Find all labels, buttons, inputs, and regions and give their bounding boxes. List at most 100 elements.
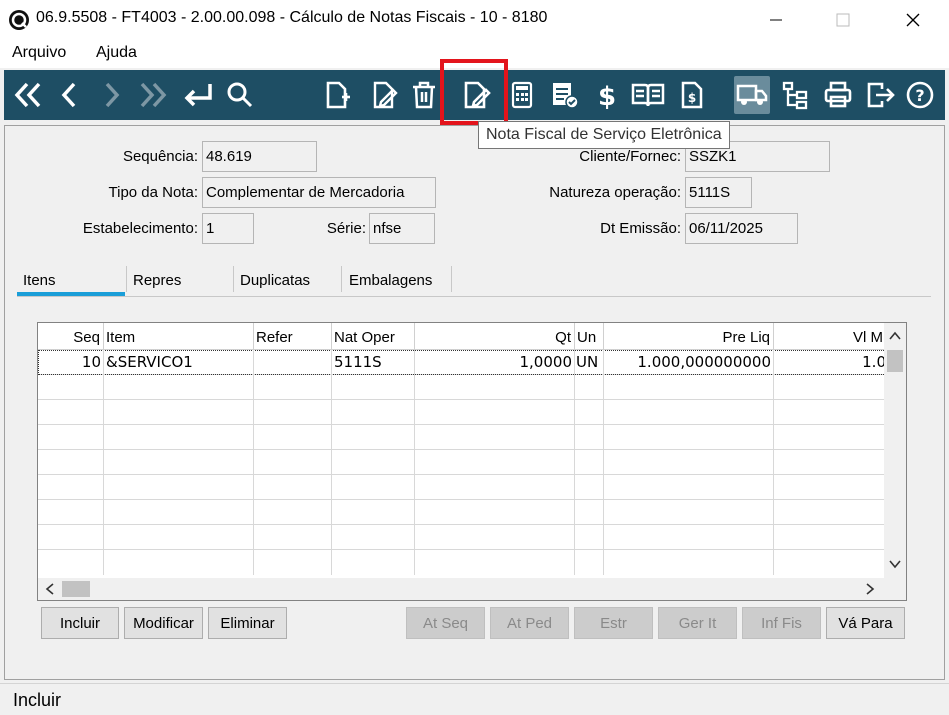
- exit-button[interactable]: [863, 76, 899, 114]
- col-header-seq[interactable]: Seq: [38, 323, 104, 350]
- eliminar-button[interactable]: Eliminar: [208, 607, 287, 639]
- inf-fis-button[interactable]: Inf Fis: [742, 607, 821, 639]
- next-record-button[interactable]: [94, 76, 130, 114]
- table-row[interactable]: [38, 525, 886, 550]
- horizontal-scroll-thumb[interactable]: [62, 581, 90, 597]
- help-button[interactable]: ?: [902, 76, 938, 114]
- calculator-button[interactable]: [504, 76, 540, 114]
- dt-emissao-field[interactable]: 06/11/2025: [685, 213, 798, 244]
- first-icon: [14, 82, 41, 108]
- status-bar: Incluir: [0, 683, 949, 715]
- return-icon: [184, 84, 212, 107]
- table-row[interactable]: [38, 425, 886, 450]
- table-row[interactable]: 10 &SERVICO1 5111S 1,0000 UN 1.000,00000…: [38, 350, 886, 375]
- app-window: 06.9.5508 - FT4003 - 2.00.00.098 - Cálcu…: [0, 0, 949, 715]
- col-header-un[interactable]: Un: [575, 323, 604, 350]
- sequencia-field[interactable]: 48.619: [202, 141, 317, 172]
- estr-button[interactable]: Estr: [574, 607, 653, 639]
- scroll-up-icon[interactable]: [889, 331, 901, 341]
- tree-icon: [782, 81, 808, 110]
- app-logo-icon: [9, 10, 29, 30]
- col-header-vl-m[interactable]: Vl M: [774, 323, 886, 350]
- col-header-pre-liq[interactable]: Pre Liq: [604, 323, 774, 350]
- serie-field[interactable]: nfse: [369, 213, 435, 244]
- edit-button[interactable]: [367, 76, 403, 114]
- last-icon: [140, 82, 167, 108]
- tab-divider: [341, 266, 342, 292]
- cell-refer: [254, 350, 332, 375]
- table-row[interactable]: [38, 550, 886, 575]
- close-button[interactable]: [890, 6, 936, 34]
- table-row[interactable]: [38, 475, 886, 500]
- natureza-label: Natureza operação:: [549, 184, 681, 201]
- prev-record-button[interactable]: [51, 76, 87, 114]
- estabelecimento-field[interactable]: 1: [202, 213, 254, 244]
- return-button[interactable]: [180, 76, 216, 114]
- va-para-button[interactable]: Vá Para: [826, 607, 905, 639]
- col-header-nat-oper[interactable]: Nat Oper: [332, 323, 415, 350]
- search-button[interactable]: [222, 76, 258, 114]
- incluir-button[interactable]: Incluir: [41, 607, 119, 639]
- horizontal-scrollbar[interactable]: [38, 578, 906, 600]
- table-row[interactable]: [38, 375, 886, 400]
- highlight-box: [440, 59, 508, 125]
- col-header-qt[interactable]: Qt: [415, 323, 575, 350]
- first-record-button[interactable]: [10, 76, 46, 114]
- dt-emissao-label: Dt Emissão:: [600, 220, 681, 237]
- minimize-icon: [770, 19, 782, 21]
- estabelecimento-label: Estabelecimento:: [82, 220, 198, 237]
- dollar-icon: $: [598, 82, 616, 110]
- book-button[interactable]: [630, 76, 666, 114]
- tab-embalagens[interactable]: Embalagens: [349, 268, 432, 296]
- delete-button[interactable]: [406, 76, 442, 114]
- cell-un: UN: [575, 350, 604, 375]
- tab-repres[interactable]: Repres: [133, 268, 181, 296]
- shipping-button[interactable]: [734, 76, 770, 114]
- minimize-button[interactable]: [753, 6, 799, 34]
- table-row[interactable]: [38, 450, 886, 475]
- vertical-scrollbar[interactable]: [884, 323, 906, 579]
- receipt-icon: $: [681, 81, 703, 109]
- prev-icon: [61, 82, 76, 108]
- list-check-button[interactable]: [547, 76, 583, 114]
- new-button[interactable]: [320, 76, 356, 114]
- scroll-down-icon[interactable]: [889, 559, 901, 569]
- tipo-nota-field[interactable]: Complementar de Mercadoria: [202, 177, 436, 208]
- window-title: 06.9.5508 - FT4003 - 2.00.00.098 - Cálcu…: [36, 9, 548, 26]
- menu-ajuda[interactable]: Ajuda: [96, 44, 137, 62]
- tab-duplicatas[interactable]: Duplicatas: [240, 268, 310, 296]
- cell-item: &SERVICO1: [104, 350, 254, 375]
- edit-doc-icon: [373, 81, 398, 109]
- scroll-left-icon[interactable]: [45, 583, 55, 595]
- scroll-right-icon[interactable]: [865, 583, 875, 595]
- cliente-label: Cliente/Fornec:: [579, 148, 681, 165]
- tab-divider: [126, 266, 127, 292]
- last-record-button[interactable]: [135, 76, 171, 114]
- col-header-refer[interactable]: Refer: [254, 323, 332, 350]
- maximize-button[interactable]: [820, 6, 866, 34]
- serie-label: Série:: [326, 220, 366, 237]
- at-ped-button[interactable]: At Ped: [490, 607, 569, 639]
- cell-qt: 1,0000: [415, 350, 575, 375]
- sequencia-label: Sequência:: [122, 148, 198, 165]
- structure-button[interactable]: [777, 76, 813, 114]
- natureza-field[interactable]: 5111S: [685, 177, 752, 208]
- receipt-button[interactable]: $: [674, 76, 710, 114]
- modificar-button[interactable]: Modificar: [124, 607, 203, 639]
- menu-arquivo[interactable]: Arquivo: [12, 44, 66, 62]
- at-seq-button[interactable]: At Seq: [406, 607, 485, 639]
- vertical-scroll-thumb[interactable]: [887, 350, 903, 372]
- print-button[interactable]: [820, 76, 856, 114]
- finance-button[interactable]: $: [589, 76, 625, 114]
- list-check-icon: [553, 83, 579, 109]
- table-row[interactable]: [38, 400, 886, 425]
- items-grid[interactable]: Seq Item Refer Nat Oper Qt Un Pre Liq Vl…: [37, 322, 907, 601]
- close-icon: [906, 13, 920, 27]
- new-doc-icon: [326, 81, 350, 109]
- cell-nat-oper: 5111S: [332, 350, 415, 375]
- col-header-item[interactable]: Item: [104, 323, 254, 350]
- nfse-tooltip: Nota Fiscal de Serviço Eletrônica: [478, 121, 730, 149]
- ger-it-button[interactable]: Ger It: [658, 607, 737, 639]
- table-row[interactable]: [38, 500, 886, 525]
- cell-vl-m: 1.0: [862, 353, 886, 371]
